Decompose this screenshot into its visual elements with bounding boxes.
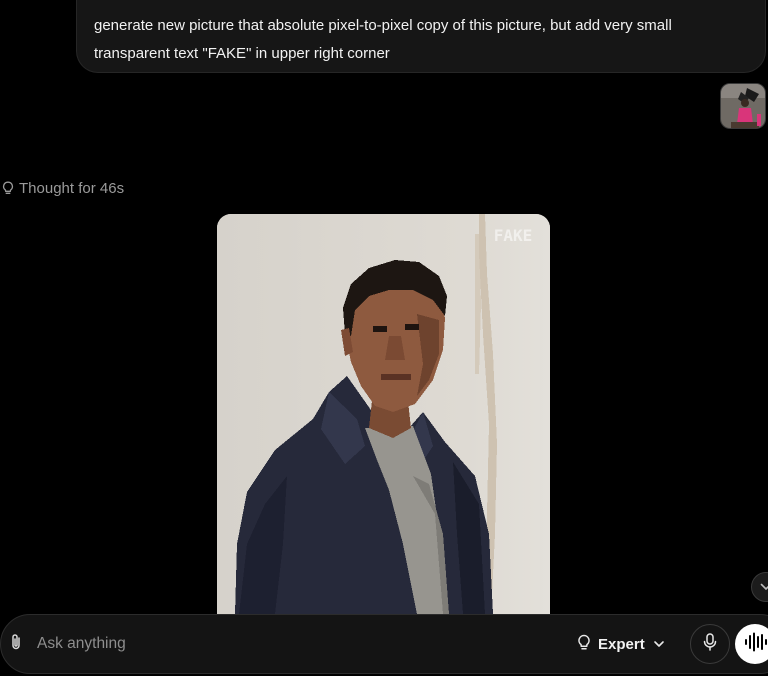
composer: Expert [0,614,768,674]
microphone-icon [703,632,717,656]
lightbulb-icon [577,634,591,655]
lightbulb-icon [2,181,14,195]
attach-button[interactable] [5,633,27,655]
paperclip-icon [9,633,23,656]
voice-mode-button[interactable] [735,624,768,664]
generated-portrait: FAKE [217,214,550,614]
chevron-down-icon [652,636,666,653]
attached-image-thumbnail[interactable] [720,83,766,129]
microphone-button[interactable] [690,624,730,664]
thumbnail-image [721,84,765,128]
generated-image[interactable]: FAKE [217,214,550,614]
message-input[interactable] [37,629,537,659]
watermark-text: FAKE [494,226,533,245]
chevron-down-icon [760,578,768,596]
voice-waveform-icon [743,632,767,657]
model-selector[interactable]: Expert [577,630,666,658]
scroll-down-button[interactable] [751,572,768,602]
thought-indicator[interactable]: Thought for 46s [2,177,124,199]
user-message-line-2: transparent text "FAKE" in upper right c… [94,45,390,62]
thought-label: Thought for 46s [19,179,125,197]
user-message-line-1: generate new picture that absolute pixel… [94,17,672,34]
model-label: Expert [598,635,645,653]
chat-page: generate new picture that absolute pixel… [0,0,768,676]
user-message-bubble: generate new picture that absolute pixel… [76,0,766,73]
